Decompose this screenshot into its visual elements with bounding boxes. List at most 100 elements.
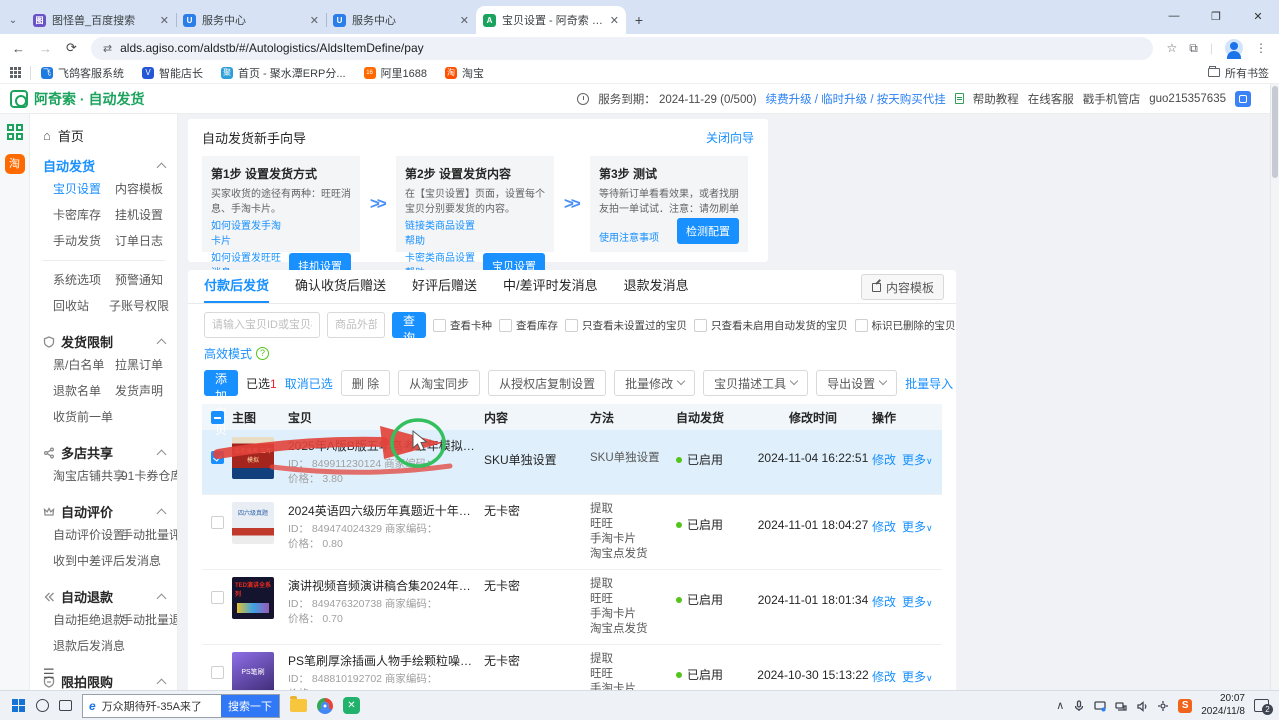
sidebar-section-多店共享[interactable]: 多店共享 xyxy=(30,434,177,467)
filter-checkbox[interactable]: 查看库存 xyxy=(499,318,558,333)
tab-退款发消息[interactable]: 退款发消息 xyxy=(624,270,689,303)
dropdown-button[interactable]: 批量修改 xyxy=(614,370,695,396)
tab-close-icon[interactable]: ✕ xyxy=(310,14,319,27)
reload-icon[interactable]: ⟳ xyxy=(66,40,77,56)
network-icon[interactable] xyxy=(1115,700,1127,712)
remote-tool-icon[interactable] xyxy=(1157,700,1169,712)
edit-link[interactable]: 修改 xyxy=(872,670,896,684)
sidebar-item[interactable]: 挂机设置 xyxy=(115,206,169,223)
forward-icon[interactable]: → xyxy=(39,41,52,56)
product-title[interactable]: 2025年A版B版五年高考三年模拟语数学... xyxy=(288,437,478,454)
sidebar-item[interactable]: 淘宝店铺共享 xyxy=(53,467,113,484)
checkbox-icon[interactable] xyxy=(855,319,868,332)
dropdown-button[interactable]: 导出设置 xyxy=(816,370,897,396)
action-button[interactable]: 从淘宝同步 xyxy=(398,370,480,396)
cancel-selection-link[interactable]: 取消已选 xyxy=(285,375,333,392)
apps-grid-icon[interactable] xyxy=(10,67,22,79)
sidebar-item[interactable]: 黑/白名单 xyxy=(53,356,107,373)
profile-avatar[interactable] xyxy=(1225,39,1243,57)
site-info-icon[interactable]: ⇄ xyxy=(103,42,112,55)
taskbar-search-box[interactable]: e 万众期待歼-35A来了 搜索一下 xyxy=(82,694,280,718)
task-view-icon[interactable] xyxy=(59,700,72,711)
sidebar-item[interactable]: 收到中差评后发消息 xyxy=(53,552,169,569)
mobile-manage-link[interactable]: 戳手机管店 xyxy=(1083,91,1141,107)
sidebar-item[interactable]: 内容模板 xyxy=(115,180,169,197)
select-all-checkbox[interactable] xyxy=(211,411,224,424)
tab-好评后赠送[interactable]: 好评后赠送 xyxy=(412,270,477,303)
bookmark-item[interactable]: 16阿里1688 xyxy=(364,65,427,81)
upgrade-links[interactable]: 续费升级 / 临时升级 / 按天购买代挂 xyxy=(766,91,946,107)
microphone-icon[interactable] xyxy=(1073,700,1085,712)
all-bookmarks-button[interactable]: 所有书签 xyxy=(1208,65,1269,81)
sogou-input-icon[interactable]: S xyxy=(1178,699,1192,713)
aqiso-grid-icon[interactable] xyxy=(7,124,23,140)
sidebar-item[interactable]: 拉黑订单 xyxy=(115,356,169,373)
dropdown-button[interactable]: 宝贝描述工具 xyxy=(703,370,808,396)
maximize-button[interactable]: ❐ xyxy=(1195,10,1237,23)
sidebar-item[interactable]: 订单日志 xyxy=(115,232,169,249)
sidebar-item[interactable]: 手动发货 xyxy=(53,232,107,249)
sidebar-item[interactable]: 系统选项 xyxy=(53,271,107,288)
row-checkbox[interactable] xyxy=(211,591,224,604)
bookmark-item[interactable]: 淘淘宝 xyxy=(445,65,484,81)
tab-search-icon[interactable]: ⌄ xyxy=(0,6,26,34)
row-checkbox[interactable] xyxy=(211,451,224,464)
more-link[interactable]: 更多∨ xyxy=(902,520,933,534)
outer-code-input[interactable] xyxy=(327,312,385,338)
browser-menu-icon[interactable]: ⋮ xyxy=(1255,41,1267,55)
help-tutorial-link[interactable]: 帮助教程 xyxy=(973,91,1019,107)
edit-link[interactable]: 修改 xyxy=(872,595,896,609)
taskbar-search-button[interactable]: 搜索一下 xyxy=(221,695,279,717)
scrollbar-thumb[interactable] xyxy=(1272,86,1278,178)
row-checkbox[interactable] xyxy=(211,666,224,679)
tab-close-icon[interactable]: ✕ xyxy=(460,14,469,27)
help-question-icon[interactable]: ? xyxy=(256,347,269,360)
sidebar-section-自动评价[interactable]: 自动评价 xyxy=(30,493,177,526)
sidebar-item[interactable]: 宝贝设置 xyxy=(53,180,107,197)
taskbar-clock[interactable]: 20:07 2024/11/8 xyxy=(1201,693,1245,718)
browser-tab[interactable]: U服务中心✕ xyxy=(326,6,476,34)
edit-link[interactable]: 修改 xyxy=(872,520,896,534)
product-title[interactable]: PS笔刷厚涂插画人物手绘颗粒噪点素描p... xyxy=(288,652,478,669)
content-template-button[interactable]: 内容模板 xyxy=(861,274,944,300)
table-row[interactable]: 2025年A版B版五年高考三年模拟语数学...ID： 849911230124 … xyxy=(202,430,942,495)
reading-list-icon[interactable]: ⧉ xyxy=(1189,41,1198,56)
checkbox-icon[interactable] xyxy=(433,319,446,332)
hidden-icons-chevron[interactable]: ∧ xyxy=(1056,699,1064,712)
browser-tab[interactable]: 图图怪兽_百度搜索✕ xyxy=(26,6,176,34)
tab-确认收货后赠送[interactable]: 确认收货后赠送 xyxy=(295,270,386,303)
sidebar-item[interactable]: 回收站 xyxy=(53,297,101,314)
guide-close-link[interactable]: 关闭向导 xyxy=(706,129,754,146)
tab-中/差评时发消息[interactable]: 中/差评时发消息 xyxy=(503,270,598,303)
bookmark-item[interactable]: V智能店长 xyxy=(142,65,203,81)
add-item-button[interactable]: 添加宝贝 xyxy=(204,370,238,396)
sidebar-item[interactable]: 手动批量评价 xyxy=(121,526,178,543)
header-app-icon[interactable] xyxy=(1235,91,1251,107)
chrome-icon[interactable] xyxy=(317,698,333,714)
sidebar-item-home[interactable]: ⌂ 首页 xyxy=(30,122,177,147)
step-help-link[interactable]: 如何设置发手淘卡片 xyxy=(211,217,289,247)
filter-checkbox[interactable]: 只查看未启用自动发货的宝贝 xyxy=(694,318,848,333)
sidebar-item[interactable]: 自动拒绝退款 xyxy=(53,611,113,628)
sidebar-item[interactable]: 手动批量退款 xyxy=(121,611,178,628)
username[interactable]: guo215357635 xyxy=(1149,93,1226,105)
table-row[interactable]: PS笔刷厚涂插画人物手绘颗粒噪点素描p...ID： 848810192702 商… xyxy=(202,645,942,690)
sidebar-item[interactable]: 退款名单 xyxy=(53,382,107,399)
bookmark-star-icon[interactable]: ☆ xyxy=(1167,41,1178,55)
table-row[interactable]: 2024英语四六级历年真题近十年词汇听...ID： 849474024329 商… xyxy=(202,495,942,570)
more-link[interactable]: 更多∨ xyxy=(902,595,933,609)
query-button[interactable]: 查 询 xyxy=(392,312,426,338)
more-link[interactable]: 更多∨ xyxy=(902,670,933,684)
speaker-icon[interactable] xyxy=(1136,700,1148,712)
start-button[interactable] xyxy=(12,699,26,713)
cortana-icon[interactable] xyxy=(36,699,49,712)
browser-tab[interactable]: A宝贝设置 - 阿奇索 · 自动发货✕ xyxy=(476,6,626,34)
batch-import-link[interactable]: 批量导入 xyxy=(905,375,953,392)
browser-tab[interactable]: U服务中心✕ xyxy=(176,6,326,34)
bookmark-item[interactable]: 飞飞鸽客服系统 xyxy=(41,65,124,81)
action-button[interactable]: 删 除 xyxy=(341,370,390,396)
sidebar-item[interactable]: 卡密库存 xyxy=(53,206,107,223)
minimize-button[interactable]: — xyxy=(1153,10,1195,22)
step-action-button[interactable]: 检测配置 xyxy=(677,218,739,244)
file-explorer-icon[interactable] xyxy=(290,699,307,712)
